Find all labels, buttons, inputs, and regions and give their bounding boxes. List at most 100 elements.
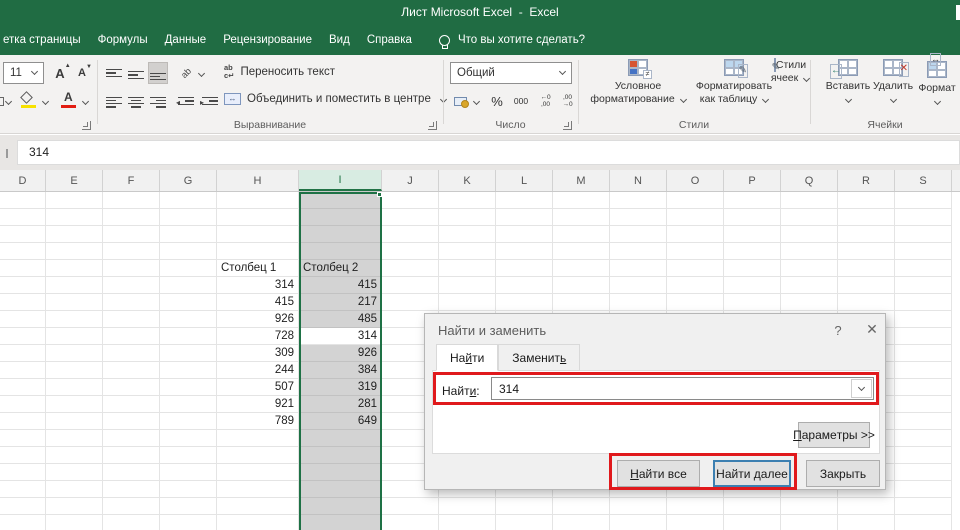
cell[interactable] bbox=[160, 481, 217, 498]
cell[interactable] bbox=[160, 515, 217, 530]
cell[interactable] bbox=[0, 209, 46, 226]
cell[interactable] bbox=[496, 260, 553, 277]
cell[interactable] bbox=[553, 209, 610, 226]
cell[interactable] bbox=[103, 243, 160, 260]
cell[interactable] bbox=[439, 226, 496, 243]
cell[interactable] bbox=[103, 277, 160, 294]
format-cells-button[interactable]: ↔ Формат bbox=[914, 59, 960, 108]
cell[interactable] bbox=[160, 464, 217, 481]
cell[interactable]: 384 bbox=[299, 362, 382, 379]
cell[interactable] bbox=[46, 328, 103, 345]
cell[interactable] bbox=[160, 413, 217, 430]
cell[interactable] bbox=[0, 260, 46, 277]
cell[interactable] bbox=[724, 260, 781, 277]
cell[interactable] bbox=[496, 498, 553, 515]
cell[interactable] bbox=[439, 277, 496, 294]
align-right-button[interactable] bbox=[148, 90, 168, 112]
cell[interactable] bbox=[610, 515, 667, 530]
cell[interactable] bbox=[667, 226, 724, 243]
cell[interactable] bbox=[724, 243, 781, 260]
column-header-J[interactable]: J bbox=[382, 170, 439, 191]
format-as-table-button[interactable]: ✎ Форматировать как таблицу bbox=[694, 59, 774, 106]
column-header-L[interactable]: L bbox=[496, 170, 553, 191]
column-header-N[interactable]: N bbox=[610, 170, 667, 191]
cell[interactable] bbox=[895, 413, 952, 430]
cell[interactable] bbox=[299, 481, 382, 498]
cell[interactable] bbox=[724, 209, 781, 226]
cell[interactable] bbox=[895, 447, 952, 464]
cell[interactable] bbox=[0, 277, 46, 294]
cell[interactable] bbox=[46, 515, 103, 530]
cell[interactable] bbox=[160, 311, 217, 328]
cell[interactable]: 728 bbox=[217, 328, 299, 345]
cell[interactable] bbox=[667, 260, 724, 277]
column-header-S[interactable]: S bbox=[895, 170, 952, 191]
align-center-button[interactable] bbox=[126, 90, 146, 112]
cell[interactable] bbox=[217, 515, 299, 530]
cell[interactable] bbox=[781, 243, 838, 260]
wrap-text-button[interactable]: abc↵ Переносить текст bbox=[224, 64, 335, 80]
cell[interactable]: 244 bbox=[217, 362, 299, 379]
cell[interactable] bbox=[160, 260, 217, 277]
chevron-down-icon[interactable] bbox=[5, 98, 12, 105]
cell[interactable] bbox=[217, 464, 299, 481]
cell[interactable] bbox=[299, 226, 382, 243]
cell[interactable] bbox=[160, 345, 217, 362]
cell[interactable] bbox=[103, 515, 160, 530]
dialog-help-button[interactable]: ? bbox=[828, 323, 848, 338]
cell[interactable]: 415 bbox=[217, 294, 299, 311]
font-color-button[interactable]: A bbox=[56, 90, 80, 112]
cell[interactable] bbox=[46, 498, 103, 515]
decrease-decimal-button[interactable]: ,00 →0 bbox=[558, 90, 577, 112]
cell[interactable] bbox=[217, 498, 299, 515]
cell[interactable] bbox=[895, 226, 952, 243]
column-header-F[interactable]: F bbox=[103, 170, 160, 191]
cell[interactable] bbox=[160, 226, 217, 243]
cell[interactable] bbox=[103, 379, 160, 396]
cell[interactable] bbox=[496, 209, 553, 226]
cell[interactable] bbox=[103, 396, 160, 413]
cell[interactable] bbox=[496, 243, 553, 260]
cell[interactable] bbox=[496, 277, 553, 294]
cell[interactable] bbox=[103, 209, 160, 226]
cell[interactable]: 649 bbox=[299, 413, 382, 430]
cell[interactable] bbox=[553, 243, 610, 260]
cell[interactable]: 415 bbox=[299, 277, 382, 294]
cell[interactable] bbox=[160, 192, 217, 209]
cell[interactable] bbox=[0, 243, 46, 260]
alignment-group-dialog-launcher[interactable] bbox=[428, 121, 437, 130]
cell[interactable] bbox=[46, 379, 103, 396]
cell[interactable] bbox=[0, 447, 46, 464]
tab-find[interactable]: Найти bbox=[436, 344, 498, 371]
cell[interactable] bbox=[496, 294, 553, 311]
cell[interactable]: 507 bbox=[217, 379, 299, 396]
cell[interactable] bbox=[46, 430, 103, 447]
find-what-combo[interactable]: 314 bbox=[491, 377, 874, 400]
cell[interactable] bbox=[781, 277, 838, 294]
cell[interactable] bbox=[103, 464, 160, 481]
chevron-down-icon[interactable] bbox=[473, 98, 480, 105]
cell[interactable] bbox=[160, 498, 217, 515]
cell[interactable] bbox=[610, 294, 667, 311]
cell[interactable] bbox=[0, 379, 46, 396]
tab-replace[interactable]: Заменить bbox=[498, 344, 580, 371]
cell[interactable]: 309 bbox=[217, 345, 299, 362]
cell[interactable] bbox=[667, 498, 724, 515]
column-header-D[interactable]: D bbox=[0, 170, 46, 191]
cell[interactable]: Столбец 2 bbox=[299, 260, 382, 277]
cell[interactable] bbox=[781, 498, 838, 515]
cell[interactable] bbox=[217, 447, 299, 464]
cell[interactable] bbox=[46, 260, 103, 277]
chevron-down-icon[interactable] bbox=[42, 98, 49, 105]
cell[interactable] bbox=[439, 209, 496, 226]
cell[interactable] bbox=[103, 226, 160, 243]
cell[interactable] bbox=[382, 226, 439, 243]
number-group-dialog-launcher[interactable] bbox=[563, 121, 572, 130]
cell[interactable] bbox=[895, 345, 952, 362]
cell[interactable] bbox=[496, 192, 553, 209]
cell[interactable] bbox=[724, 498, 781, 515]
cell[interactable] bbox=[103, 447, 160, 464]
cell[interactable] bbox=[46, 311, 103, 328]
cell[interactable] bbox=[0, 362, 46, 379]
cell[interactable] bbox=[299, 498, 382, 515]
